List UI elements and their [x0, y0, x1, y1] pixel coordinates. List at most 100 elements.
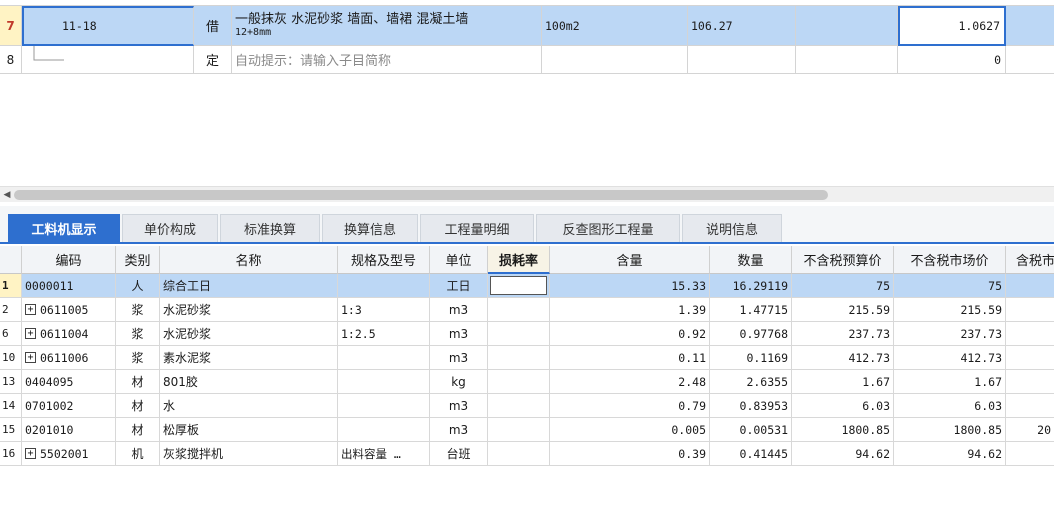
- table-row[interactable]: 13 0404095 材 801胶 kg 2.48 2.6355 1.67 1.67: [0, 370, 1054, 394]
- code-cell[interactable]: +0611005: [22, 298, 116, 322]
- tax-price-cell[interactable]: [1006, 394, 1054, 418]
- spec-cell[interactable]: [338, 274, 430, 298]
- table-row[interactable]: 14 0701002 材水 m3 0.79 0.83953 6.03 6.03: [0, 394, 1054, 418]
- expand-plus-icon[interactable]: +: [25, 304, 36, 315]
- quantity-cell[interactable]: 2.6355: [710, 370, 792, 394]
- tab-quantity-detail[interactable]: 工程量明细: [420, 214, 534, 242]
- code-cell[interactable]: 0201010: [22, 418, 116, 442]
- scroll-left-arrow-icon[interactable]: ◀: [2, 189, 12, 201]
- loss-rate-cell[interactable]: [488, 370, 550, 394]
- spec-cell[interactable]: [338, 370, 430, 394]
- tab-unit-price-composition[interactable]: 单价构成: [122, 214, 218, 242]
- unit-cell[interactable]: m3: [430, 298, 488, 322]
- quantity-cell[interactable]: 0.97768: [710, 322, 792, 346]
- unit-cell[interactable]: 台班: [430, 442, 488, 466]
- loss-rate-cell[interactable]: [488, 418, 550, 442]
- loss-rate-cell[interactable]: [488, 394, 550, 418]
- col-header-category[interactable]: 类别: [116, 246, 160, 274]
- budget-price-cell[interactable]: 6.03: [792, 394, 894, 418]
- budget-price-cell[interactable]: 1.67: [792, 370, 894, 394]
- tab-standard-conversion[interactable]: 标准换算: [220, 214, 320, 242]
- name-hint-cell[interactable]: 自动提示：请输入子目简称: [232, 46, 542, 74]
- quantity-cell[interactable]: 0.83953: [710, 394, 792, 418]
- tax-price-cell[interactable]: [1006, 370, 1054, 394]
- unit-cell[interactable]: m3: [430, 394, 488, 418]
- spec-cell[interactable]: [338, 346, 430, 370]
- code-cell[interactable]: 0000011: [22, 274, 116, 298]
- loss-rate-edit-box[interactable]: [490, 276, 547, 295]
- budget-price-cell[interactable]: 215.59: [792, 298, 894, 322]
- quantity-cell[interactable]: 0.00531: [710, 418, 792, 442]
- table-row[interactable]: 1 0000011 人综合工日 工日 15.33 16.29119 75 75: [0, 274, 1054, 298]
- spec-cell[interactable]: 1:3: [338, 298, 430, 322]
- unit-cell[interactable]: m3: [430, 346, 488, 370]
- table-row[interactable]: 2 +0611005 浆水泥砂浆 1:3 m3 1.39 1.47715 215.59 215.…: [0, 298, 1054, 322]
- spec-cell[interactable]: 1:2.5: [338, 322, 430, 346]
- col-header-budget-price[interactable]: 不含税预算价: [792, 246, 894, 274]
- name-cell[interactable]: 松厚板: [160, 418, 338, 442]
- content-cell[interactable]: 0.11: [550, 346, 710, 370]
- loss-rate-cell[interactable]: [488, 274, 550, 298]
- loss-rate-cell[interactable]: [488, 298, 550, 322]
- quantity-cell[interactable]: 1.47715: [710, 298, 792, 322]
- col-header-spec[interactable]: 规格及型号: [338, 246, 430, 274]
- spec-cell[interactable]: 出料容量 …: [338, 442, 430, 466]
- code-cell[interactable]: +0611004: [22, 322, 116, 346]
- category-cell[interactable]: 人: [116, 274, 160, 298]
- extra-cell[interactable]: [796, 6, 898, 46]
- top-row-7[interactable]: 7 11-18 借 一般抹灰 水泥砂浆 墙面、墙裙 混凝土墙 12+8mm 10…: [0, 6, 1054, 46]
- market-price-cell[interactable]: 1800.85: [894, 418, 1006, 442]
- tab-conversion-info[interactable]: 换算信息: [322, 214, 418, 242]
- budget-price-cell[interactable]: 1800.85: [792, 418, 894, 442]
- market-price-cell[interactable]: 6.03: [894, 394, 1006, 418]
- unit-cell[interactable]: m3: [430, 322, 488, 346]
- spec-cell[interactable]: [338, 394, 430, 418]
- category-cell[interactable]: 材: [116, 418, 160, 442]
- tax-price-cell[interactable]: [1006, 346, 1054, 370]
- content-cell[interactable]: 0.005: [550, 418, 710, 442]
- expand-plus-icon[interactable]: +: [25, 448, 36, 459]
- col-header-tax-price[interactable]: 含税市: [1006, 246, 1054, 274]
- budget-price-cell[interactable]: 75: [792, 274, 894, 298]
- quantity-cell[interactable]: 106.27: [688, 6, 796, 46]
- unit-cell[interactable]: m3: [430, 418, 488, 442]
- name-cell[interactable]: 灰浆搅拌机: [160, 442, 338, 466]
- horizontal-scrollbar[interactable]: ◀: [0, 186, 1054, 202]
- name-cell[interactable]: 素水泥浆: [160, 346, 338, 370]
- category-cell[interactable]: 浆: [116, 346, 160, 370]
- category-cell[interactable]: 材: [116, 370, 160, 394]
- quantity-cell[interactable]: 0.1169: [710, 346, 792, 370]
- market-price-cell[interactable]: 75: [894, 274, 1006, 298]
- code-cell[interactable]: [22, 46, 194, 74]
- tab-labor-material-machine[interactable]: 工料机显示: [8, 214, 120, 242]
- expand-plus-icon[interactable]: +: [25, 352, 36, 363]
- market-price-cell[interactable]: 1.67: [894, 370, 1006, 394]
- type-cell[interactable]: 借: [194, 6, 232, 46]
- table-row[interactable]: 15 0201010 材松厚板 m3 0.005 0.00531 1800.85 1800.8…: [0, 418, 1054, 442]
- content-cell[interactable]: 0.79: [550, 394, 710, 418]
- loss-rate-cell[interactable]: [488, 322, 550, 346]
- col-header-quantity[interactable]: 数量: [710, 246, 792, 274]
- quantity-cell[interactable]: 16.29119: [710, 274, 792, 298]
- unit-cell[interactable]: [542, 46, 688, 74]
- category-cell[interactable]: 浆: [116, 298, 160, 322]
- name-cell[interactable]: 801胶: [160, 370, 338, 394]
- name-cell[interactable]: 水泥砂浆: [160, 298, 338, 322]
- table-row[interactable]: 6 +0611004 浆水泥砂浆 1:2.5 m3 0.92 0.97768 237.73 23…: [0, 322, 1054, 346]
- col-header-loss-rate[interactable]: 损耗率: [488, 246, 550, 274]
- code-cell[interactable]: +5502001: [22, 442, 116, 466]
- budget-price-cell[interactable]: 237.73: [792, 322, 894, 346]
- unit-cell[interactable]: 工日: [430, 274, 488, 298]
- market-price-cell[interactable]: 412.73: [894, 346, 1006, 370]
- tax-price-cell[interactable]: [1006, 322, 1054, 346]
- code-cell[interactable]: 0701002: [22, 394, 116, 418]
- col-header-name[interactable]: 名称: [160, 246, 338, 274]
- tax-price-cell[interactable]: [1006, 442, 1054, 466]
- budget-price-cell[interactable]: 412.73: [792, 346, 894, 370]
- code-cell[interactable]: 11-18: [22, 6, 194, 46]
- tax-price-cell[interactable]: [1006, 274, 1054, 298]
- expand-plus-icon[interactable]: +: [25, 328, 36, 339]
- quantity-cell[interactable]: [688, 46, 796, 74]
- content-cell[interactable]: 0.92: [550, 322, 710, 346]
- spec-cell[interactable]: [338, 418, 430, 442]
